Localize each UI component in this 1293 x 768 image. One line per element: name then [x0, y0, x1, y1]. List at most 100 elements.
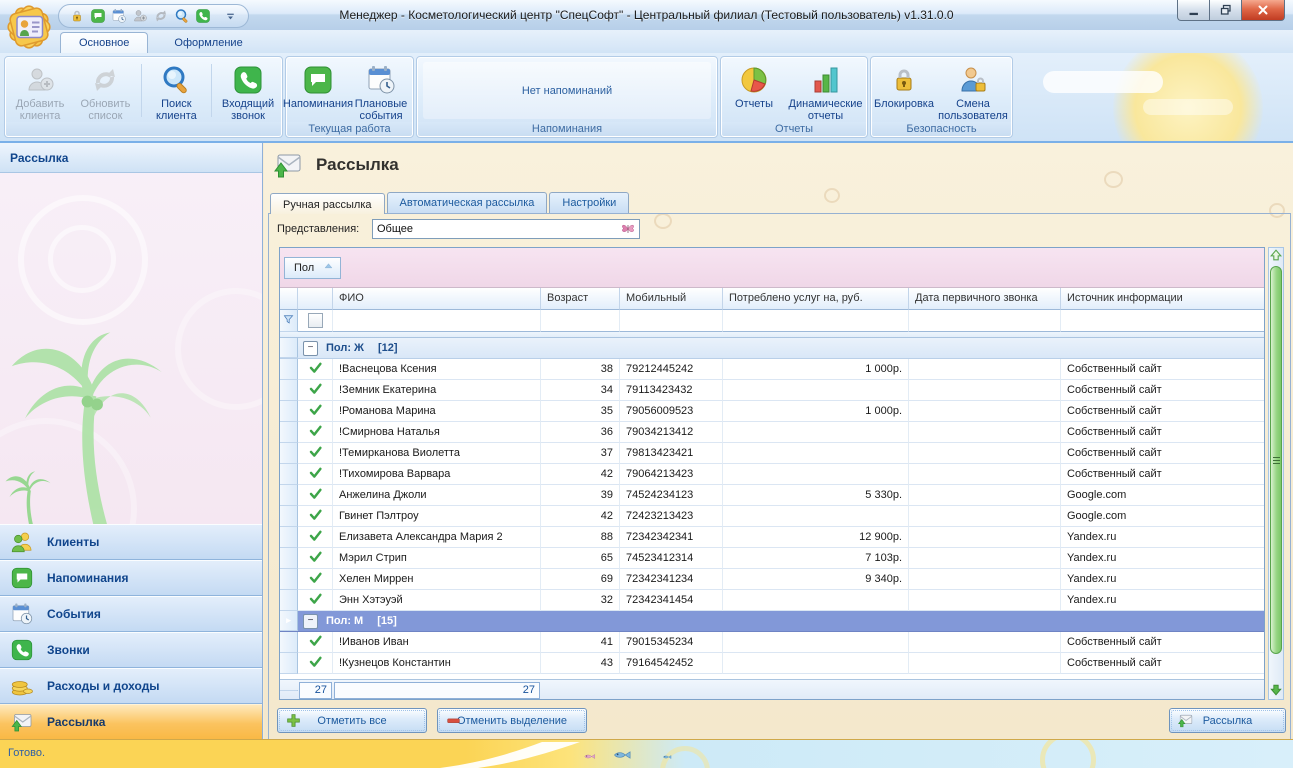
ribbon-button-0-3[interactable]: Входящий звонок — [216, 60, 280, 121]
filter-row — [280, 310, 1264, 332]
scroll-up-arrow-icon[interactable] — [1269, 248, 1283, 264]
table-row[interactable]: !Смирнова Наталья3679034213412Собственны… — [280, 422, 1264, 443]
select-all-button[interactable]: Отметить все — [277, 708, 427, 733]
row-check-cell[interactable] — [298, 569, 333, 590]
filter-cell-3[interactable] — [723, 310, 909, 332]
column-header-0[interactable]: ФИО — [333, 288, 541, 310]
sidebar-item-events[interactable]: События — [0, 596, 262, 632]
scrollbar-thumb[interactable] — [1270, 266, 1282, 654]
cell-first_call — [909, 422, 1061, 443]
sidebar-item-calls[interactable]: Звонки — [0, 632, 262, 668]
row-check-cell[interactable] — [298, 359, 333, 380]
tab-settings[interactable]: Настройки — [549, 192, 629, 213]
sidebar-item-mailing[interactable]: Рассылка — [0, 704, 262, 740]
ribbon-button-4-0[interactable]: Блокировка — [873, 60, 935, 121]
ribbon-button-1-1[interactable]: Плановые события — [350, 60, 412, 121]
vertical-scrollbar[interactable] — [1268, 247, 1284, 700]
ribbon-group-caption: Текущая работа — [287, 122, 412, 136]
row-check-cell[interactable] — [298, 506, 333, 527]
lock-icon[interactable] — [69, 8, 85, 24]
cell-first_call — [909, 506, 1061, 527]
table-row[interactable]: !Темирканова Виолетта3779813423421Собств… — [280, 443, 1264, 464]
user-switch-icon — [957, 64, 989, 96]
filter-cell-2[interactable] — [620, 310, 723, 332]
minimize-button[interactable] — [1177, 0, 1210, 21]
views-combobox[interactable]: Общее — [372, 219, 640, 239]
tab-auto[interactable]: Автоматическая рассылка — [387, 192, 548, 213]
ribbon-button-1-0[interactable]: Напоминания — [287, 60, 349, 121]
group-row[interactable]: ▸−Пол: М[15] — [280, 611, 1264, 632]
table-row[interactable]: !Земник Екатерина3479113423432Собственны… — [280, 380, 1264, 401]
table-row[interactable]: !Тихомирова Варвара4279064213423Собствен… — [280, 464, 1264, 485]
table-row[interactable]: Энн Хэтэуэй3272342341454Yandex.ru — [280, 590, 1264, 611]
table-row[interactable]: !Иванов Иван4179015345234Собственный сай… — [280, 632, 1264, 653]
row-check-cell[interactable] — [298, 443, 333, 464]
ribbon-button-3-0[interactable]: Отчеты — [723, 60, 785, 121]
filter-cell-5[interactable] — [1061, 310, 1265, 332]
ribbon-tab-1[interactable]: Оформление — [156, 33, 260, 53]
row-check-cell[interactable] — [298, 422, 333, 443]
cell-first_call — [909, 548, 1061, 569]
restore-button[interactable] — [1209, 0, 1242, 21]
cell-age: 32 — [541, 590, 620, 611]
sidebar-item-clients[interactable]: Клиенты — [0, 524, 262, 560]
table-row[interactable]: !Романова Марина35790560095231 000р.Собс… — [280, 401, 1264, 422]
sidebar: Рассылка КлиентыНапоминанияСобытияЗвонки… — [0, 143, 263, 740]
chat-icon[interactable] — [90, 8, 106, 24]
filter-checkbox[interactable] — [308, 313, 323, 328]
collapse-group-icon[interactable]: − — [303, 614, 318, 629]
cell-first_call — [909, 380, 1061, 401]
column-header-3[interactable]: Потреблено услуг на, руб. — [723, 288, 909, 310]
table-row[interactable]: Хелен Миррен69723423412349 340р.Yandex.r… — [280, 569, 1264, 590]
row-check-cell[interactable] — [298, 464, 333, 485]
send-mailing-button[interactable]: Рассылка — [1169, 708, 1286, 733]
table-row[interactable]: Гвинет Пэлтроу4272423213423Google.com — [280, 506, 1264, 527]
row-check-cell[interactable] — [298, 485, 333, 506]
sidebar-item-reminders[interactable]: Напоминания — [0, 560, 262, 596]
header-check-cell[interactable] — [298, 288, 333, 310]
row-check-cell[interactable] — [298, 548, 333, 569]
cell-age: 42 — [541, 464, 620, 485]
table-row[interactable]: !Васнецова Ксения38792124452421 000р.Соб… — [280, 359, 1264, 380]
row-check-cell[interactable] — [298, 632, 333, 653]
collapse-group-icon[interactable]: − — [303, 341, 318, 356]
cell-spent: 5 330р. — [723, 485, 909, 506]
column-header-1[interactable]: Возраст — [541, 288, 620, 310]
butterfly-icon[interactable] — [620, 221, 636, 237]
column-header-4[interactable]: Дата первичного звонка — [909, 288, 1061, 310]
column-header-5[interactable]: Источник информации — [1061, 288, 1265, 310]
table-row[interactable]: Мэрил Стрип65745234123147 103р.Yandex.ru — [280, 548, 1264, 569]
filter-cell-0[interactable] — [333, 310, 541, 332]
check-icon — [309, 550, 322, 566]
group-by-field-pol[interactable]: Пол — [284, 257, 341, 279]
group-by-panel[interactable]: Пол — [280, 248, 1264, 288]
row-check-cell[interactable] — [298, 590, 333, 611]
row-check-cell[interactable] — [298, 401, 333, 422]
application-menu-button[interactable] — [5, 3, 53, 51]
filter-cell-1[interactable] — [541, 310, 620, 332]
tab-manual[interactable]: Ручная рассылка — [270, 193, 385, 214]
ribbon-button-3-1[interactable]: Динамические отчеты — [786, 60, 865, 121]
group-row[interactable]: −Пол: Ж[12] — [280, 338, 1264, 359]
row-check-cell[interactable] — [298, 380, 333, 401]
row-check-cell[interactable] — [298, 527, 333, 548]
sidebar-item-finances[interactable]: Расходы и доходы — [0, 668, 262, 704]
filter-check-cell[interactable] — [298, 310, 333, 332]
table-row[interactable]: !Кузнецов Константин4379164542452Собстве… — [280, 653, 1264, 674]
ribbon-button-4-1[interactable]: Смена пользователя — [936, 60, 1010, 121]
ribbon-tab-0[interactable]: Основное — [60, 32, 148, 53]
table-row[interactable]: Елизавета Александра Мария 2887234234234… — [280, 527, 1264, 548]
row-check-cell[interactable] — [298, 653, 333, 674]
cell-mobile: 72423213423 — [620, 506, 723, 527]
filter-cell-4[interactable] — [909, 310, 1061, 332]
table-row[interactable]: Анжелина Джоли39745242341235 330р.Google… — [280, 485, 1264, 506]
scroll-down-arrow-icon[interactable] — [1269, 683, 1283, 699]
column-header-2[interactable]: Мобильный — [620, 288, 723, 310]
ribbon-button-0-1[interactable]: Обновить список — [74, 60, 137, 121]
ribbon-button-0-0[interactable]: Добавить клиента — [7, 60, 73, 121]
ribbon-button-0-2[interactable]: Поиск клиента — [145, 60, 207, 121]
title-bar[interactable]: Менеджер - Косметологический центр "Спец… — [0, 0, 1293, 31]
close-button[interactable] — [1241, 0, 1285, 21]
ribbon-group-4: БлокировкаСмена пользователяБезопасность — [870, 56, 1013, 138]
clear-selection-button[interactable]: Отменить выделение — [437, 708, 587, 733]
